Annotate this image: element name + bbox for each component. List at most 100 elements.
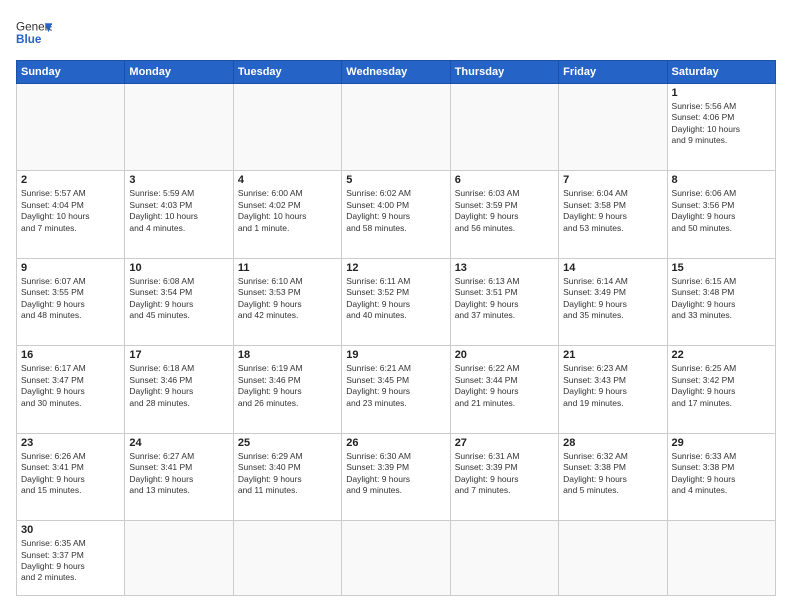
day-cell xyxy=(342,84,450,171)
day-info: Sunrise: 6:06 AM Sunset: 3:56 PM Dayligh… xyxy=(672,188,771,234)
day-cell: 7Sunrise: 6:04 AM Sunset: 3:58 PM Daylig… xyxy=(559,171,667,258)
day-cell: 11 Sunrise: 6:10 AM Sunset: 3:53 PM Dayli… xyxy=(233,258,341,345)
day-cell xyxy=(233,84,341,171)
day-number: 28 xyxy=(563,437,662,449)
day-number: 17 xyxy=(129,349,228,361)
day-info: Sunrise: 6:25 AM Sunset: 3:42 PM Dayligh… xyxy=(672,363,771,409)
day-cell: 22 Sunrise: 6:25 AM Sunset: 3:42 PM Dayli… xyxy=(667,346,775,433)
day-number: 15 xyxy=(672,262,771,274)
day-cell: 27Sunrise: 6:31 AM Sunset: 3:39 PM Dayli… xyxy=(450,433,558,520)
calendar-table: SundayMondayTuesdayWednesdayThursdayFrid… xyxy=(16,60,776,596)
day-cell: 12 Sunrise: 6:11 AM Sunset: 3:52 PM Dayli… xyxy=(342,258,450,345)
day-info: Sunrise: 6:08 AM Sunset: 3:54 PM Dayligh… xyxy=(129,276,228,322)
day-cell xyxy=(342,521,450,596)
day-info: Sunrise: 6:15 AM Sunset: 3:48 PM Dayligh… xyxy=(672,276,771,322)
day-number: 21 xyxy=(563,349,662,361)
day-cell: 28 Sunrise: 6:32 AM Sunset: 3:38 PM Dayli… xyxy=(559,433,667,520)
week-row-1: 1Sunrise: 5:56 AM Sunset: 4:06 PM Daylig… xyxy=(17,84,776,171)
day-info: Sunrise: 6:11 AM Sunset: 3:52 PM Dayligh… xyxy=(346,276,445,322)
day-info: Sunrise: 6:32 AM Sunset: 3:38 PM Dayligh… xyxy=(563,451,662,497)
day-cell: 10Sunrise: 6:08 AM Sunset: 3:54 PM Dayli… xyxy=(125,258,233,345)
week-row-3: 9Sunrise: 6:07 AM Sunset: 3:55 PM Daylig… xyxy=(17,258,776,345)
day-number: 25 xyxy=(238,437,337,449)
day-cell: 15 Sunrise: 6:15 AM Sunset: 3:48 PM Dayli… xyxy=(667,258,775,345)
day-cell xyxy=(17,84,125,171)
day-number: 22 xyxy=(672,349,771,361)
day-number: 8 xyxy=(672,174,771,186)
day-number: 24 xyxy=(129,437,228,449)
day-number: 29 xyxy=(672,437,771,449)
day-info: Sunrise: 6:19 AM Sunset: 3:46 PM Dayligh… xyxy=(238,363,337,409)
day-number: 7 xyxy=(563,174,662,186)
week-row-4: 16Sunrise: 6:17 AM Sunset: 3:47 PM Dayli… xyxy=(17,346,776,433)
day-cell: 21 Sunrise: 6:23 AM Sunset: 3:43 PM Dayli… xyxy=(559,346,667,433)
day-number: 5 xyxy=(346,174,445,186)
day-cell: 3 Sunrise: 5:59 AM Sunset: 4:03 PM Daylig… xyxy=(125,171,233,258)
day-number: 11 xyxy=(238,262,337,274)
day-cell: 23 Sunrise: 6:26 AM Sunset: 3:41 PM Dayli… xyxy=(17,433,125,520)
day-number: 19 xyxy=(346,349,445,361)
day-info: Sunrise: 6:29 AM Sunset: 3:40 PM Dayligh… xyxy=(238,451,337,497)
day-cell xyxy=(125,84,233,171)
day-cell xyxy=(667,521,775,596)
day-info: Sunrise: 5:57 AM Sunset: 4:04 PM Dayligh… xyxy=(21,188,120,234)
day-info: Sunrise: 6:27 AM Sunset: 3:41 PM Dayligh… xyxy=(129,451,228,497)
day-number: 30 xyxy=(21,524,120,536)
day-cell: 6Sunrise: 6:03 AM Sunset: 3:59 PM Daylig… xyxy=(450,171,558,258)
day-cell xyxy=(559,521,667,596)
weekday-header-friday: Friday xyxy=(559,61,667,84)
day-info: Sunrise: 6:10 AM Sunset: 3:53 PM Dayligh… xyxy=(238,276,337,322)
day-info: Sunrise: 6:23 AM Sunset: 3:43 PM Dayligh… xyxy=(563,363,662,409)
day-cell: 9Sunrise: 6:07 AM Sunset: 3:55 PM Daylig… xyxy=(17,258,125,345)
day-cell: 29 Sunrise: 6:33 AM Sunset: 3:38 PM Dayli… xyxy=(667,433,775,520)
day-cell xyxy=(450,521,558,596)
day-cell: 30Sunrise: 6:35 AM Sunset: 3:37 PM Dayli… xyxy=(17,521,125,596)
day-cell: 4Sunrise: 6:00 AM Sunset: 4:02 PM Daylig… xyxy=(233,171,341,258)
day-number: 20 xyxy=(455,349,554,361)
day-info: Sunrise: 6:31 AM Sunset: 3:39 PM Dayligh… xyxy=(455,451,554,497)
logo: General Blue xyxy=(16,16,52,52)
day-info: Sunrise: 6:26 AM Sunset: 3:41 PM Dayligh… xyxy=(21,451,120,497)
week-row-2: 2 Sunrise: 5:57 AM Sunset: 4:04 PM Daylig… xyxy=(17,171,776,258)
day-cell xyxy=(559,84,667,171)
calendar-page: General Blue SundayMondayTuesdayWednesda… xyxy=(0,0,792,612)
day-info: Sunrise: 6:02 AM Sunset: 4:00 PM Dayligh… xyxy=(346,188,445,234)
day-info: Sunrise: 6:13 AM Sunset: 3:51 PM Dayligh… xyxy=(455,276,554,322)
day-number: 9 xyxy=(21,262,120,274)
day-number: 3 xyxy=(129,174,228,186)
day-cell: 19 Sunrise: 6:21 AM Sunset: 3:45 PM Dayli… xyxy=(342,346,450,433)
week-row-6: 30Sunrise: 6:35 AM Sunset: 3:37 PM Dayli… xyxy=(17,521,776,596)
day-info: Sunrise: 5:59 AM Sunset: 4:03 PM Dayligh… xyxy=(129,188,228,234)
day-info: Sunrise: 6:33 AM Sunset: 3:38 PM Dayligh… xyxy=(672,451,771,497)
day-info: Sunrise: 6:30 AM Sunset: 3:39 PM Dayligh… xyxy=(346,451,445,497)
day-cell: 18 Sunrise: 6:19 AM Sunset: 3:46 PM Dayli… xyxy=(233,346,341,433)
day-cell xyxy=(125,521,233,596)
day-number: 23 xyxy=(21,437,120,449)
day-cell: 5 Sunrise: 6:02 AM Sunset: 4:00 PM Daylig… xyxy=(342,171,450,258)
day-number: 26 xyxy=(346,437,445,449)
weekday-header-thursday: Thursday xyxy=(450,61,558,84)
day-info: Sunrise: 6:14 AM Sunset: 3:49 PM Dayligh… xyxy=(563,276,662,322)
day-number: 18 xyxy=(238,349,337,361)
weekday-header-wednesday: Wednesday xyxy=(342,61,450,84)
day-number: 4 xyxy=(238,174,337,186)
day-cell: 26 Sunrise: 6:30 AM Sunset: 3:39 PM Dayli… xyxy=(342,433,450,520)
day-number: 16 xyxy=(21,349,120,361)
weekday-header-row: SundayMondayTuesdayWednesdayThursdayFrid… xyxy=(17,61,776,84)
day-number: 14 xyxy=(563,262,662,274)
page-header: General Blue xyxy=(16,16,776,52)
day-cell: 25 Sunrise: 6:29 AM Sunset: 3:40 PM Dayli… xyxy=(233,433,341,520)
logo-icon: General Blue xyxy=(16,16,52,52)
day-number: 2 xyxy=(21,174,120,186)
day-cell: 14 Sunrise: 6:14 AM Sunset: 3:49 PM Dayli… xyxy=(559,258,667,345)
day-cell: 20Sunrise: 6:22 AM Sunset: 3:44 PM Dayli… xyxy=(450,346,558,433)
day-cell xyxy=(450,84,558,171)
day-info: Sunrise: 6:21 AM Sunset: 3:45 PM Dayligh… xyxy=(346,363,445,409)
svg-text:Blue: Blue xyxy=(16,33,42,46)
weekday-header-saturday: Saturday xyxy=(667,61,775,84)
day-number: 13 xyxy=(455,262,554,274)
day-info: Sunrise: 5:56 AM Sunset: 4:06 PM Dayligh… xyxy=(672,101,771,147)
week-row-5: 23 Sunrise: 6:26 AM Sunset: 3:41 PM Dayli… xyxy=(17,433,776,520)
day-info: Sunrise: 6:18 AM Sunset: 3:46 PM Dayligh… xyxy=(129,363,228,409)
day-number: 12 xyxy=(346,262,445,274)
